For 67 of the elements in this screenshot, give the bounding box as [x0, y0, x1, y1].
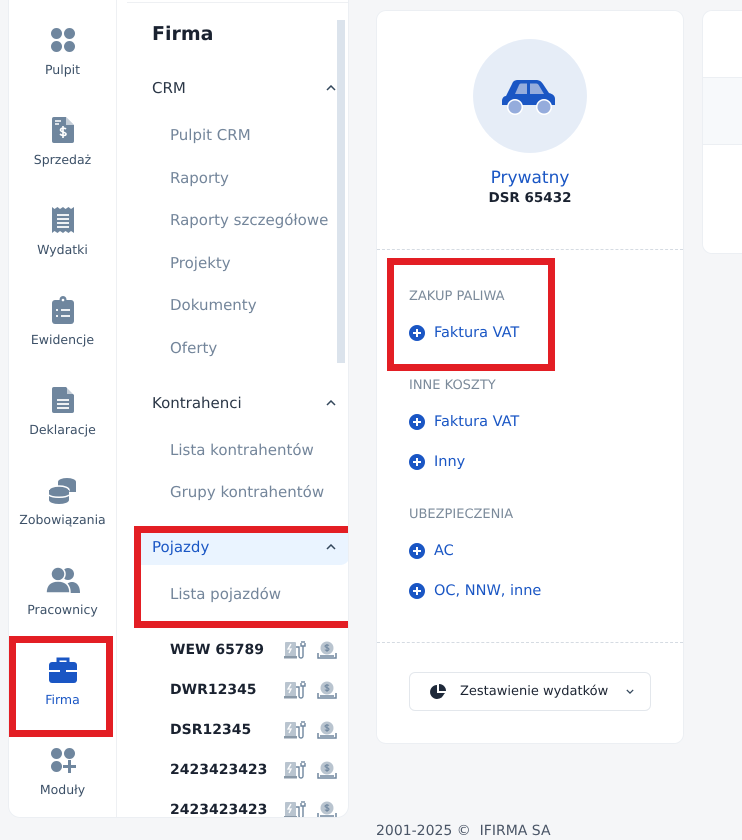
people-icon — [46, 566, 80, 594]
fuel-pump-icon[interactable] — [284, 761, 306, 780]
section-label: ZAKUP PALIWA — [409, 288, 506, 306]
menu-item[interactable]: Oferty — [170, 326, 218, 370]
nav-item[interactable]: Wydatki — [37, 242, 88, 257]
vehicle-plate[interactable]: 2423423423 — [170, 762, 284, 778]
fuel-pump-icon[interactable] — [284, 681, 306, 700]
menu-item[interactable]: Lista pojazdów — [170, 572, 282, 616]
add-link[interactable]: Faktura VAT — [434, 325, 520, 341]
plus-icon[interactable] — [409, 454, 425, 470]
vehicle-plate[interactable]: WEW 65789 — [170, 642, 284, 658]
fuel-pump-icon[interactable] — [284, 721, 306, 740]
nav-item[interactable]: Moduły — [40, 782, 86, 797]
grid-icon — [50, 26, 76, 54]
menu-item[interactable]: Raporty — [170, 156, 229, 200]
section-title: Firma — [151, 22, 214, 47]
briefcase-icon — [48, 656, 76, 684]
nav-item[interactable]: Firma — [45, 692, 80, 707]
chevron-icon — [326, 400, 336, 406]
receipt-icon — [52, 206, 74, 234]
report-dropdown[interactable]: Zestawienie wydatków — [409, 672, 651, 711]
plus-icon[interactable] — [409, 414, 425, 430]
menu-item[interactable]: Lista kontrahentów — [170, 428, 314, 472]
menu-group-header[interactable]: CRM — [137, 70, 348, 106]
chevron-icon — [326, 85, 336, 91]
vehicle-plate[interactable]: 2423423423 — [170, 802, 284, 817]
section-label: INNE KOSZTY — [409, 377, 497, 395]
nav-item[interactable]: Sprzedaż — [34, 152, 92, 167]
vehicle-plate: DSR 65432 — [488, 190, 572, 206]
chevron-icon — [626, 689, 634, 694]
clipboard-icon — [52, 296, 74, 324]
chevron-icon — [326, 544, 336, 550]
menu-item[interactable]: Raporty szczegółowe — [170, 199, 328, 242]
coin-icon[interactable] — [317, 641, 337, 660]
plus-icon[interactable] — [409, 583, 425, 599]
coins-icon — [48, 476, 76, 504]
nav-item[interactable]: Deklaracje — [29, 422, 96, 437]
coin-icon[interactable] — [317, 681, 337, 700]
menu-item[interactable]: Pulpit CRM — [170, 114, 251, 157]
add-module-icon — [50, 746, 76, 774]
copyright-text: 2001-2025 © IFIRMA SA — [376, 823, 552, 839]
coin-icon[interactable] — [317, 801, 337, 817]
add-link[interactable]: Inny — [434, 454, 466, 470]
fuel-pump-icon[interactable] — [284, 801, 306, 817]
menu-item[interactable]: Dokumenty — [170, 284, 257, 327]
add-link[interactable]: Faktura VAT — [434, 414, 520, 430]
vehicle-plate[interactable]: DSR12345 — [170, 722, 284, 738]
vehicle-plate[interactable]: DWR12345 — [170, 682, 284, 698]
nav-item[interactable]: Zobowiązania — [19, 512, 106, 527]
menu-item[interactable]: Grupy kontrahentów — [170, 471, 324, 514]
section-label: UBEZPIECZENIA — [409, 506, 514, 524]
add-link[interactable]: OC, NNW, inne — [434, 583, 542, 599]
nav-item[interactable]: Pracownicy — [27, 602, 98, 617]
menu-group-header[interactable]: Kontrahenci — [137, 384, 348, 421]
vehicle-name[interactable]: Prywatny — [490, 168, 570, 188]
document-icon — [52, 386, 74, 414]
nav-item[interactable]: Ewidencje — [30, 332, 94, 347]
invoice-icon — [52, 116, 74, 144]
plus-icon[interactable] — [409, 543, 425, 559]
coin-icon[interactable] — [317, 761, 337, 780]
plus-icon[interactable] — [409, 325, 425, 341]
coin-icon[interactable] — [317, 721, 337, 740]
add-link[interactable]: AC — [434, 543, 454, 559]
fuel-pump-icon[interactable] — [284, 641, 306, 660]
menu-item[interactable]: Projekty — [170, 242, 231, 284]
nav-item[interactable]: Pulpit — [44, 62, 80, 77]
pie-chart-icon — [430, 684, 446, 700]
